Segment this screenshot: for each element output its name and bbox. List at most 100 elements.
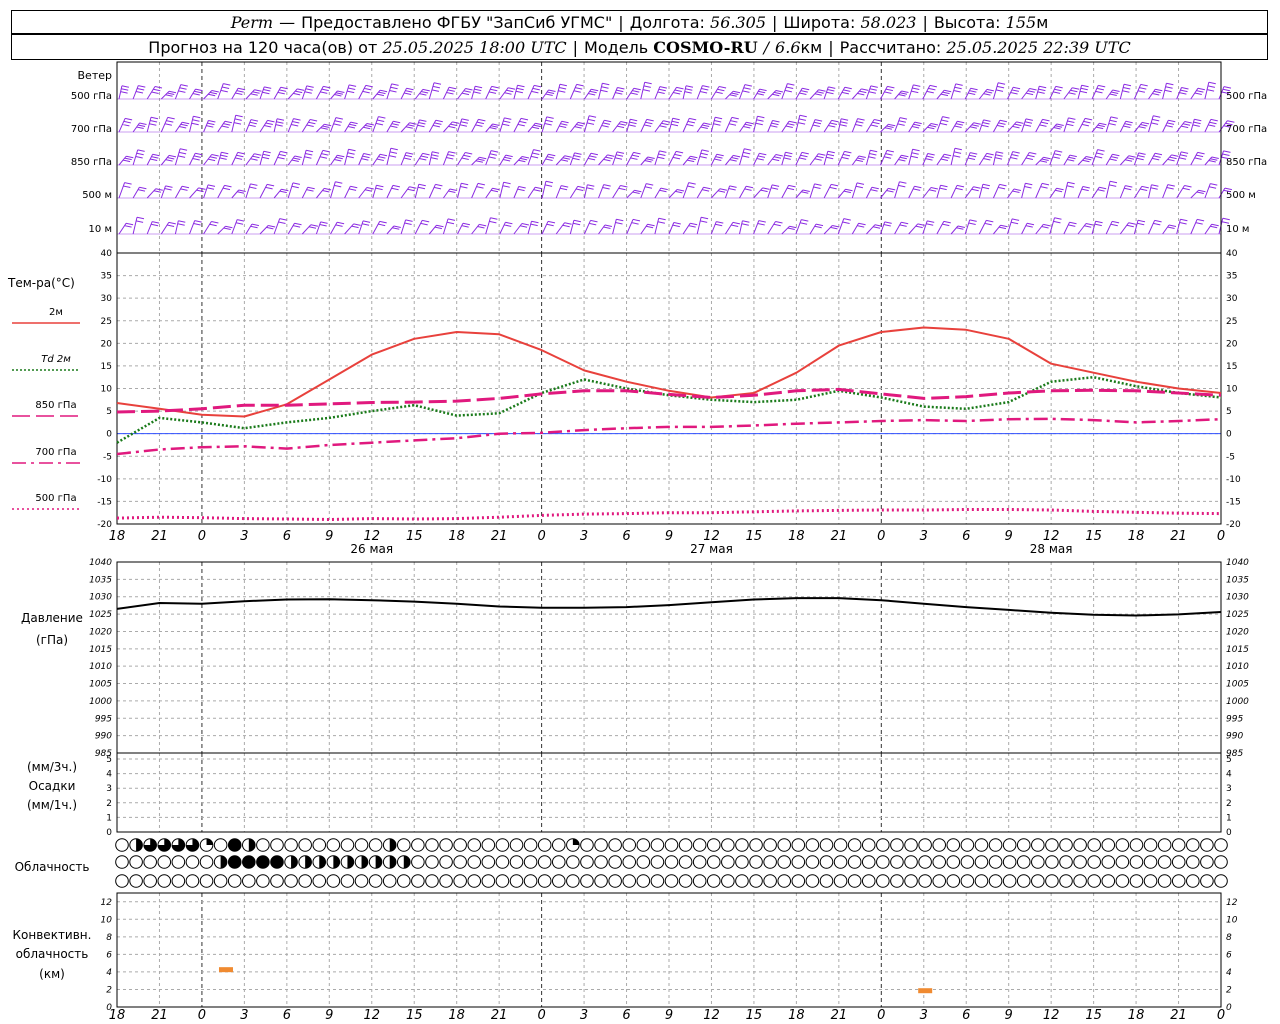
conv-ytick: 12: [101, 898, 113, 908]
time-tick-bottom: 18: [448, 1008, 465, 1023]
cloud-fill: [291, 855, 298, 869]
cloud-cell: [171, 855, 186, 869]
time-tick-bottom: 9: [1005, 1008, 1013, 1023]
time-tick-bottom: 21: [151, 1008, 168, 1023]
cloud-cell: [1171, 838, 1186, 852]
cloud-cell: [594, 874, 608, 888]
time-tick-bottom: 18: [788, 1008, 805, 1023]
cloud-cell: [932, 874, 947, 888]
wind-level-label-right: 850 гПа: [1226, 157, 1267, 168]
day-label: 26 мая: [350, 542, 393, 556]
cloud-cell: [608, 855, 622, 869]
cloud-cell: [946, 874, 961, 888]
pres-ytick: 1015: [89, 645, 112, 655]
conv-title: Конвективн.: [13, 928, 92, 942]
conv-ytick-right: 10: [1226, 915, 1238, 925]
cloud-cell: [340, 874, 355, 888]
cloud-cell: [678, 874, 693, 888]
cloud-cell: [1200, 874, 1214, 888]
cloud-cell: [960, 855, 975, 869]
cloud-fill: [228, 855, 242, 869]
cloud-cell: [481, 855, 496, 869]
cloud-cell: [227, 874, 242, 888]
time-tick-bottom: 15: [1085, 1008, 1102, 1023]
pres-unit: (гПа): [36, 633, 68, 647]
temp-ytick-right: 40: [1226, 249, 1238, 259]
cloud-cell: [692, 838, 707, 852]
wind-level-label-right: 10 м: [1226, 224, 1249, 235]
conv-bar: [218, 967, 233, 973]
cloud-cell: [1031, 874, 1045, 888]
cloud-cell: [833, 855, 848, 869]
wind-barbs-row: [118, 216, 1230, 235]
cloud-cell: [453, 874, 467, 888]
cloud-fill: [389, 855, 397, 869]
time-tick-bottom: 18: [109, 1008, 126, 1023]
pres-ytick-right: 1000: [1226, 697, 1249, 707]
cloud-cell: [777, 855, 792, 869]
conv-ytick: 10: [101, 915, 113, 925]
cloud-cell: [749, 838, 763, 852]
time-tick-bottom: 21: [831, 1008, 848, 1023]
time-tick: 15: [1085, 529, 1102, 544]
cloud-cell: [270, 838, 284, 852]
cloud-cell: [622, 874, 637, 888]
cloud-cell: [791, 838, 806, 852]
pres-ytick: 995: [95, 714, 112, 724]
cloud-cell: [411, 874, 425, 888]
cloud-fill: [220, 855, 227, 869]
wind-barbs-row: [118, 147, 1231, 166]
cloud-cell: [847, 838, 862, 852]
pres-ytick: 1025: [89, 610, 112, 620]
time-tick-bottom: 3: [920, 1008, 928, 1023]
temp-ytick: 20: [101, 339, 113, 349]
cloud-cell: [396, 874, 411, 888]
time-tick: 6: [622, 529, 630, 544]
time-tick-bottom: 12: [363, 1008, 380, 1023]
cloud-fill: [305, 855, 312, 869]
wind-level-label: 500 м: [82, 190, 112, 201]
cloud-cell: [1214, 874, 1228, 888]
legend-label: 850 гПа: [35, 400, 76, 411]
temp-ytick: 30: [101, 294, 113, 304]
conv-ytick-right: 8: [1226, 933, 1232, 943]
prec-ytick: 4: [106, 770, 112, 780]
cloud-cell: [861, 838, 876, 852]
prec-ytick-right: 5: [1226, 755, 1232, 765]
cloud-fill: [389, 838, 396, 852]
cloud-cell: [1002, 838, 1017, 852]
day-label: 28 мая: [1030, 542, 1073, 556]
temp-ytick: -15: [97, 497, 112, 507]
wind-level-label-right: 700 гПа: [1226, 124, 1267, 135]
cloud-cell: [678, 855, 693, 869]
time-tick: 6: [283, 529, 291, 544]
cloud-cell: [185, 855, 200, 869]
cloud-cell: [805, 838, 820, 852]
temp-ytick-right: -10: [1226, 475, 1241, 485]
pres-ytick: 1010: [89, 662, 112, 672]
pres-ytick-right: 1020: [1226, 627, 1249, 637]
cloud-cell: [904, 874, 918, 888]
cloud-cell: [721, 838, 735, 852]
time-tick: 21: [491, 529, 508, 544]
cloud-cell: [1129, 838, 1144, 852]
cloud-cell: [1016, 874, 1031, 888]
cloud-cell: [791, 874, 806, 888]
cloud-cell: [664, 855, 679, 869]
cloud-cell: [819, 874, 834, 888]
cloud-cell: [1087, 838, 1101, 852]
pres-ytick: 1035: [89, 575, 112, 585]
cloud-cell: [115, 874, 129, 888]
cloud-cell: [495, 838, 510, 852]
cloud-cell: [890, 874, 904, 888]
cloud-cell: [284, 874, 298, 888]
prec-ytick: 1: [106, 813, 112, 823]
cloud-cell: [636, 855, 651, 869]
temp-ytick: 10: [101, 385, 113, 395]
cloud-cell: [805, 855, 820, 869]
cloud-cell: [876, 855, 890, 869]
cloud-cell: [1073, 855, 1087, 869]
cloud-cell: [678, 838, 693, 852]
prec-ytick: 3: [106, 784, 112, 794]
cloud-cell: [354, 838, 369, 852]
